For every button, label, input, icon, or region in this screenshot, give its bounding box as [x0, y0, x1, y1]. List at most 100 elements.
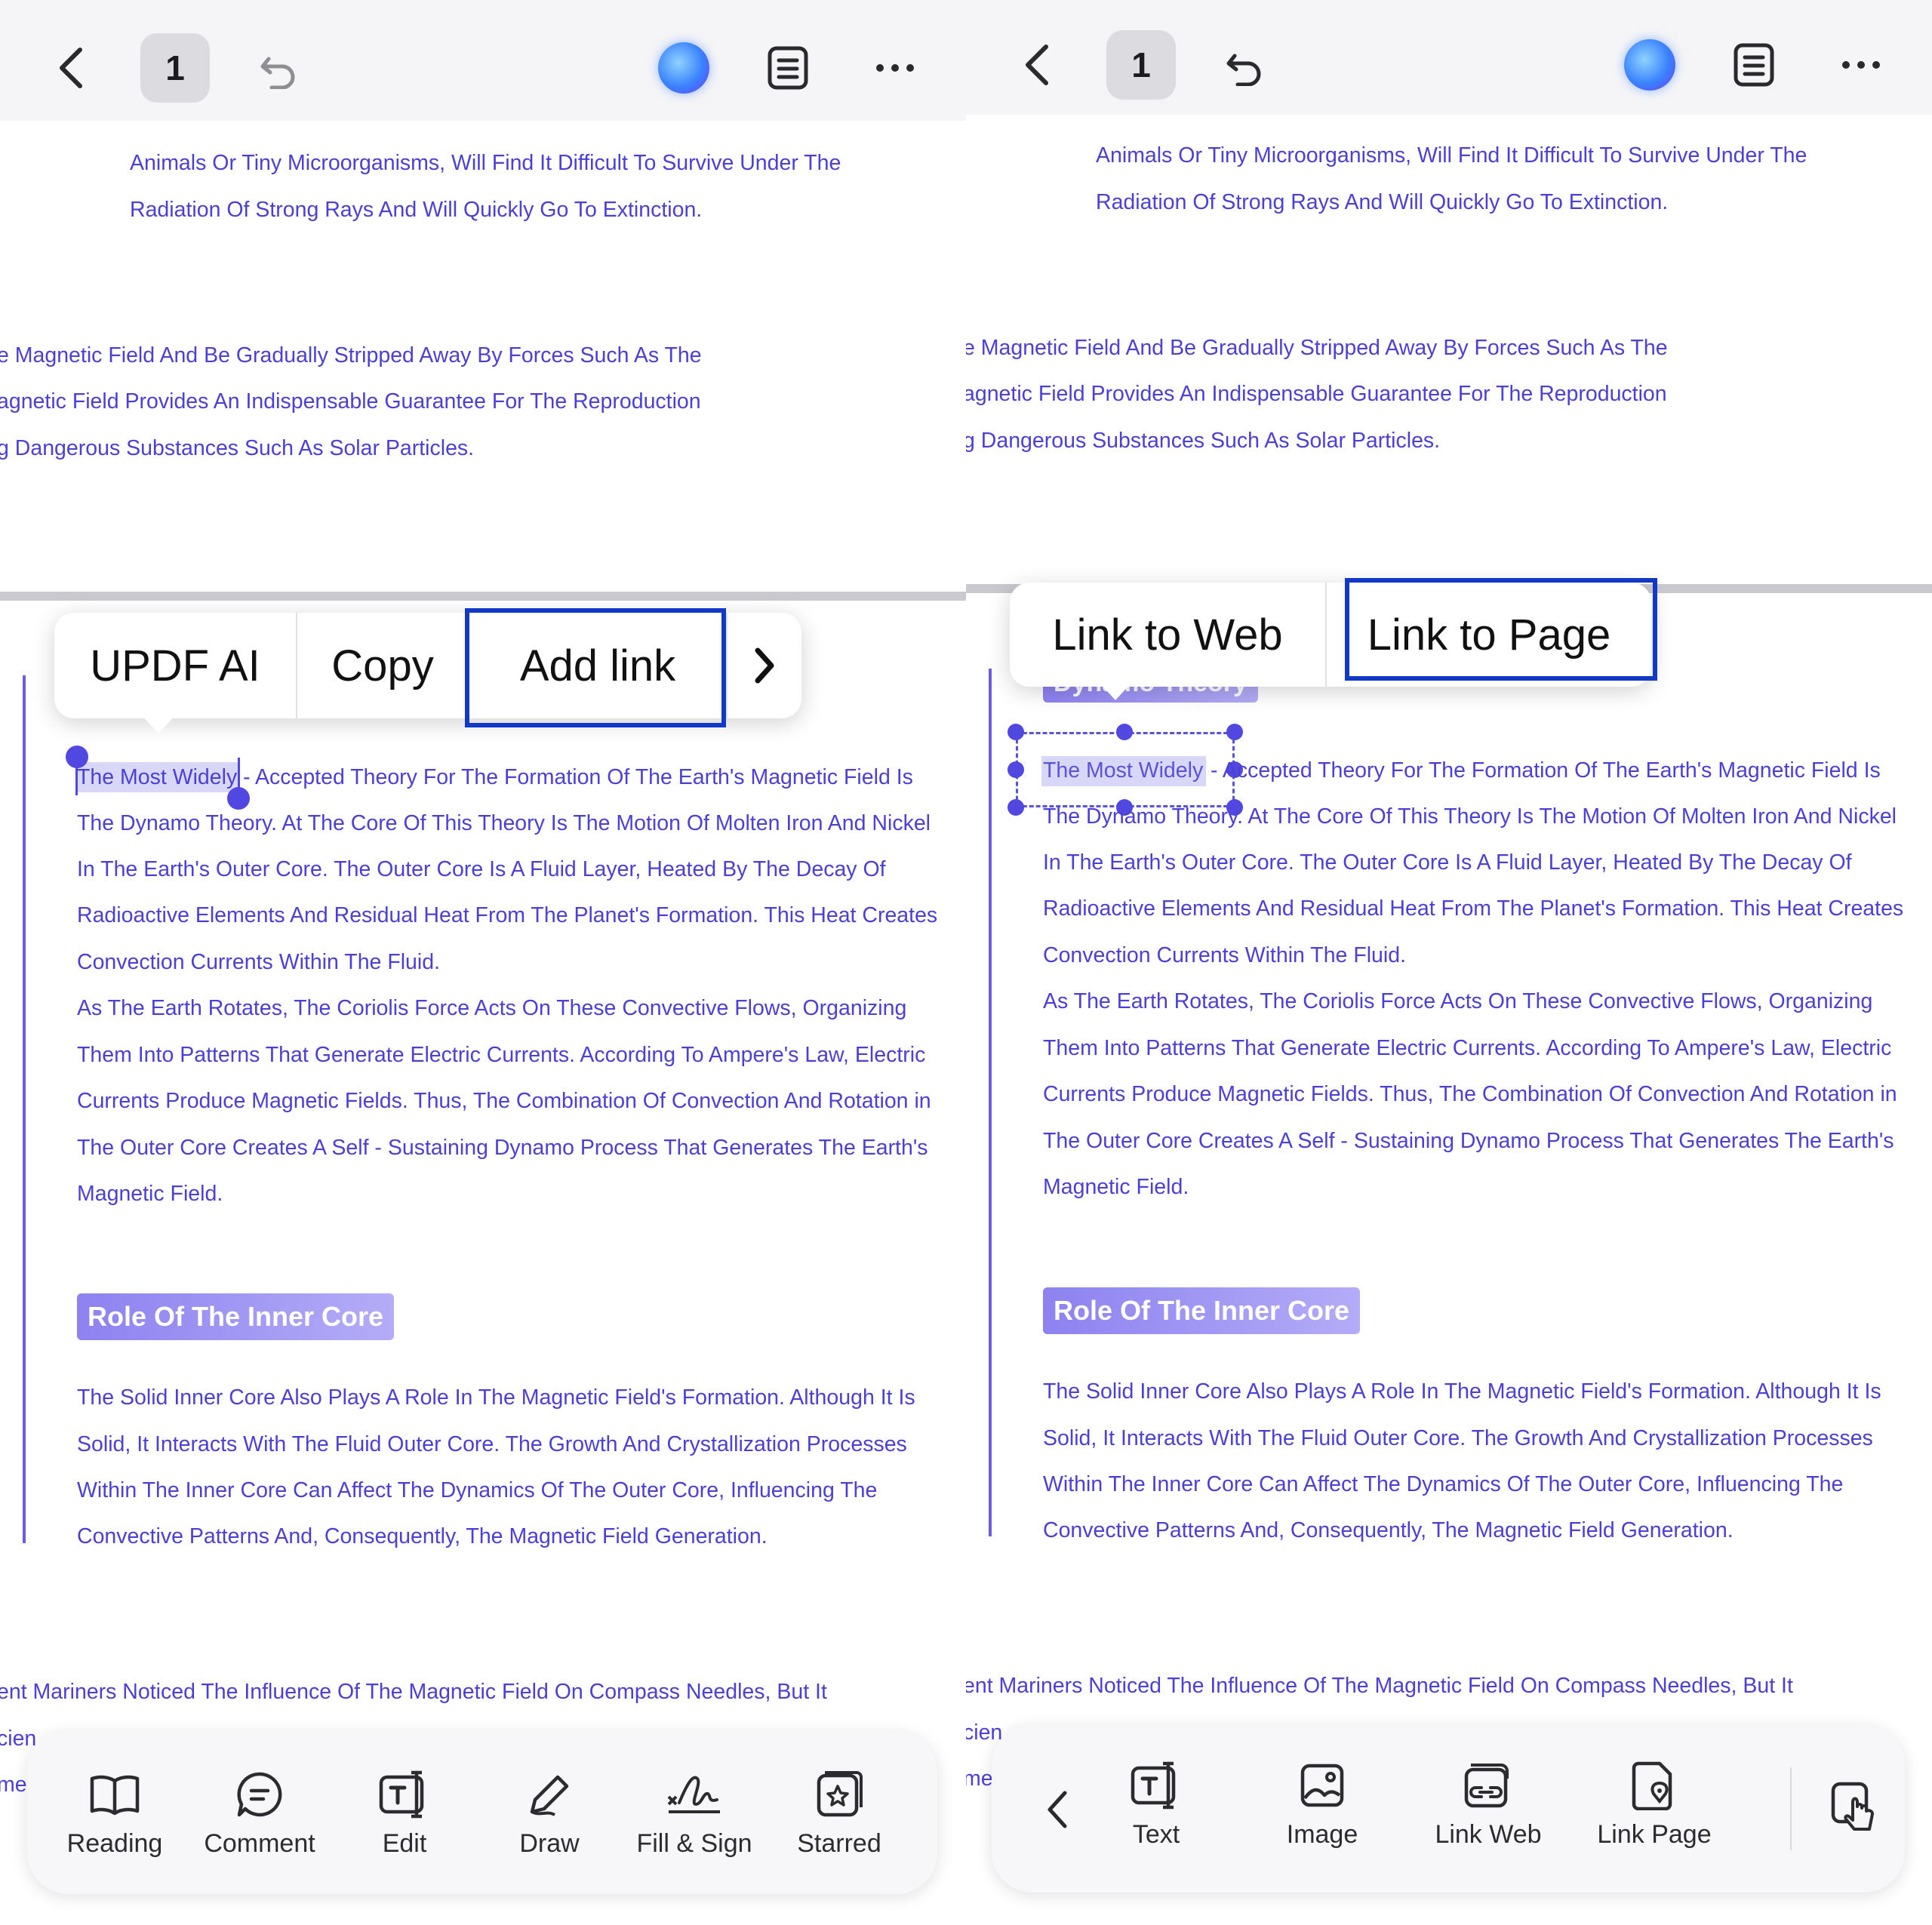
tool-label: Fill & Sign	[636, 1829, 752, 1858]
tool-edit[interactable]: Edit	[329, 1764, 480, 1859]
doc-line: Solid, It Interacts With The Fluid Outer…	[1043, 1426, 1873, 1450]
menu-pointer	[140, 714, 177, 733]
more-button[interactable]	[860, 33, 930, 103]
selected-text: The Most Widely	[1043, 758, 1204, 783]
doc-line: Radiation Of Strong Rays And Will Quickl…	[130, 198, 703, 222]
doc-line: ent Mariners Noticed The Influence Of Th…	[966, 1674, 1793, 1698]
more-button[interactable]	[1826, 30, 1896, 100]
doc-line: Radiation Of Strong Rays And Will Quickl…	[1096, 190, 1669, 214]
touch-select-icon	[1831, 1782, 1874, 1831]
resize-handle[interactable]	[1226, 724, 1243, 740]
tool-label: Edit	[382, 1829, 427, 1858]
resize-handle[interactable]	[1008, 724, 1024, 740]
doc-line: Them Into Patterns That Generate Electri…	[1043, 1036, 1892, 1060]
top-toolbar: 1	[966, 0, 1932, 115]
more-menu-item[interactable]	[728, 613, 801, 718]
doc-line: Within The Inner Core Can Affect The Dyn…	[77, 1478, 878, 1502]
resize-handle[interactable]	[1008, 761, 1024, 778]
doc-line: Magnetic Field.	[1043, 1175, 1189, 1199]
pen-icon	[530, 1775, 569, 1816]
resize-handle[interactable]	[1116, 724, 1133, 740]
doc-line: As The Earth Rotates, The Coriolis Force…	[1043, 989, 1873, 1013]
doc-line: agnetic Field Provides An Indispensable …	[0, 389, 701, 414]
pdf-document: Animals Or Tiny Microorganisms, Will Fin…	[966, 0, 1932, 1925]
tool-starred[interactable]: Starred	[764, 1764, 915, 1859]
bottom-toolbar: Reading Comment Edit Draw Fill & Sign St…	[27, 1731, 937, 1894]
chevron-left-icon	[1048, 1791, 1067, 1828]
resize-handle[interactable]	[1008, 799, 1024, 816]
tool-reading[interactable]: Reading	[39, 1764, 190, 1859]
page-number-button[interactable]: 1	[1106, 30, 1176, 100]
image-icon	[1300, 1764, 1344, 1807]
right-screenshot: Animals Or Tiny Microorganisms, Will Fin…	[966, 0, 1932, 1925]
add-link-menu-item[interactable]: Add link	[469, 613, 728, 718]
doc-line: me	[0, 1773, 27, 1797]
book-icon	[90, 1775, 140, 1816]
doc-line: Convective Patterns And, Consequently, T…	[1043, 1518, 1734, 1542]
back-button[interactable]	[1002, 30, 1072, 100]
tool-fill-sign[interactable]: Fill & Sign	[619, 1764, 770, 1859]
back-button[interactable]	[36, 33, 106, 103]
ai-orb-icon	[1624, 39, 1675, 91]
tool-link-web[interactable]: Link Web	[1413, 1755, 1564, 1850]
doc-line: Currents Produce Magnetic Fields. Thus, …	[77, 1089, 931, 1113]
outline-button[interactable]	[1719, 30, 1789, 100]
undo-icon	[260, 57, 295, 89]
copy-menu-item[interactable]: Copy	[297, 613, 469, 718]
doc-line: cien	[966, 1721, 1003, 1745]
doc-line: Them Into Patterns That Generate Electri…	[77, 1043, 926, 1067]
tool-label: Reading	[66, 1829, 163, 1858]
link-type-menu: Link to Web Link to Page	[1010, 583, 1651, 687]
undo-button[interactable]	[1211, 30, 1280, 100]
link-to-web-menu-item[interactable]: Link to Web	[1010, 583, 1327, 687]
chevron-left-icon	[60, 48, 82, 88]
doc-line: Radioactive Elements And Residual Heat F…	[1043, 896, 1904, 921]
link-web-icon	[1464, 1764, 1509, 1808]
doc-line: cien	[0, 1727, 37, 1751]
link-to-page-menu-item[interactable]: Link to Page	[1327, 583, 1651, 687]
star-icon	[817, 1771, 863, 1817]
left-screenshot: Animals Or Tiny Microorganisms, Will Fin…	[0, 0, 966, 1925]
doc-line: Convection Currents Within The Fluid.	[77, 950, 441, 974]
doc-line: ent Mariners Noticed The Influence Of Th…	[0, 1680, 827, 1704]
section-heading: Role Of The Inner Core	[1043, 1287, 1361, 1334]
tool-label: Link Web	[1435, 1820, 1542, 1849]
chevron-right-icon	[755, 647, 774, 684]
comment-icon	[237, 1772, 282, 1817]
tool-image[interactable]: Image	[1247, 1755, 1398, 1850]
updf-ai-button[interactable]	[1615, 30, 1684, 100]
tool-label: Starred	[797, 1829, 881, 1858]
undo-button[interactable]	[245, 33, 314, 103]
tool-draw[interactable]: Draw	[474, 1764, 625, 1859]
touch-mode-button[interactable]	[1819, 1772, 1888, 1841]
page-separator	[0, 592, 966, 601]
list-icon	[768, 46, 808, 90]
doc-line: e Magnetic Field And Be Gradually Stripp…	[0, 343, 702, 367]
doc-line: - Accepted Theory For The Formation Of T…	[1211, 758, 1881, 783]
tool-label: Comment	[204, 1829, 315, 1858]
doc-line: Solid, It Interacts With The Fluid Outer…	[77, 1432, 907, 1456]
top-toolbar: 1	[0, 0, 966, 121]
tool-label: Text	[1132, 1820, 1180, 1849]
signature-icon	[667, 1776, 720, 1813]
edit-text-icon	[379, 1770, 424, 1819]
doc-line: The Solid Inner Core Also Plays A Role I…	[77, 1385, 915, 1410]
updf-ai-button[interactable]	[649, 33, 718, 103]
doc-line: agnetic Field Provides An Indispensable …	[966, 382, 1667, 406]
doc-line: me	[966, 1767, 993, 1791]
section-heading: Role Of The Inner Core	[77, 1293, 395, 1340]
tool-link-page[interactable]: Link Page	[1579, 1755, 1730, 1850]
bottom-toolbar: Text Image Link Web Link Page	[992, 1725, 1905, 1893]
page-number-button[interactable]: 1	[140, 33, 210, 103]
doc-line: Currents Produce Magnetic Fields. Thus, …	[1043, 1082, 1897, 1106]
updf-ai-menu-item[interactable]: UPDF AI	[54, 613, 297, 718]
tool-label: Image	[1286, 1820, 1358, 1849]
doc-line: Radioactive Elements And Residual Heat F…	[77, 903, 938, 927]
tool-text[interactable]: Text	[1081, 1755, 1232, 1850]
section-bar	[989, 669, 992, 1536]
outline-button[interactable]	[753, 33, 823, 103]
undo-icon	[1226, 54, 1261, 86]
tool-comment[interactable]: Comment	[184, 1764, 335, 1859]
doc-line: The Solid Inner Core Also Plays A Role I…	[1043, 1379, 1881, 1404]
doc-line: g Dangerous Substances Such As Solar Par…	[966, 429, 1441, 453]
